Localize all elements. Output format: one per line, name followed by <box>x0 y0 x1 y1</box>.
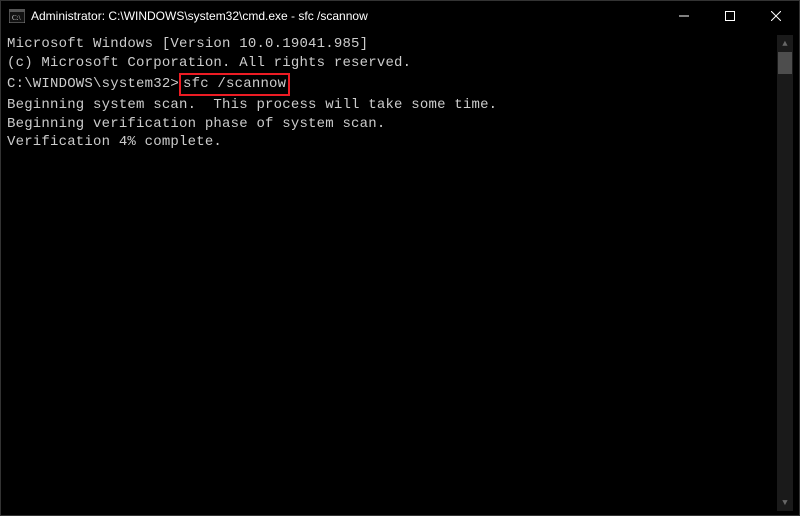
titlebar-controls <box>661 1 799 31</box>
copyright-line: (c) Microsoft Corporation. All rights re… <box>7 54 777 73</box>
command-text: sfc /scannow <box>183 76 286 92</box>
terminal-body: Microsoft Windows [Version 10.0.19041.98… <box>1 31 799 515</box>
verify-progress-line: Verification 4% complete. <box>7 133 777 152</box>
scroll-up-arrow-icon[interactable]: ▲ <box>777 35 793 52</box>
minimize-button[interactable] <box>661 1 707 31</box>
prompt-line: C:\WINDOWS\system32>sfc /scannow <box>7 73 777 96</box>
cmd-icon: C:\ <box>9 9 25 23</box>
command-prompt-window: C:\ Administrator: C:\WINDOWS\system32\c… <box>0 0 800 516</box>
close-button[interactable] <box>753 1 799 31</box>
scan-line: Beginning system scan. This process will… <box>7 96 777 115</box>
prompt-prefix: C:\WINDOWS\system32> <box>7 76 179 92</box>
titlebar[interactable]: C:\ Administrator: C:\WINDOWS\system32\c… <box>1 1 799 31</box>
svg-text:C:\: C:\ <box>12 14 21 22</box>
command-highlight: sfc /scannow <box>179 73 290 96</box>
vertical-scrollbar[interactable]: ▲ ▼ <box>777 35 793 511</box>
titlebar-left: C:\ Administrator: C:\WINDOWS\system32\c… <box>9 9 368 23</box>
scrollbar-thumb[interactable] <box>778 52 792 74</box>
version-line: Microsoft Windows [Version 10.0.19041.98… <box>7 35 777 54</box>
scroll-down-arrow-icon[interactable]: ▼ <box>777 494 793 511</box>
window-title: Administrator: C:\WINDOWS\system32\cmd.e… <box>31 9 368 23</box>
terminal-content[interactable]: Microsoft Windows [Version 10.0.19041.98… <box>7 35 777 511</box>
verify-phase-line: Beginning verification phase of system s… <box>7 115 777 134</box>
maximize-button[interactable] <box>707 1 753 31</box>
